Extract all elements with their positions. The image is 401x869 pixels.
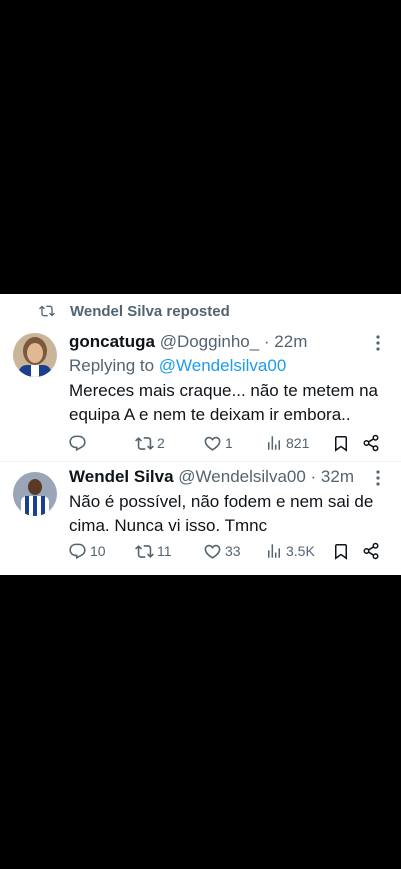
like-count: 33 — [225, 543, 241, 559]
like-count: 1 — [225, 435, 233, 451]
action-bar: 10 11 33 3.5K — [0, 540, 401, 562]
tweet-original[interactable]: Wendel Silva @Wendelsilva00 · 32m Não é … — [0, 462, 401, 575]
heart-icon — [204, 436, 221, 451]
reply-button[interactable] — [68, 432, 90, 454]
tweet-text-line: equipa A e nem te deixam ir embora.. — [69, 405, 351, 424]
views-count: 3.5K — [286, 543, 315, 559]
heart-icon — [204, 544, 221, 559]
replying-to-mention[interactable]: @Wendelsilva00 — [159, 356, 287, 375]
repost-button[interactable]: 11 — [135, 540, 172, 562]
share-button[interactable] — [362, 432, 380, 454]
tweet-text: Não é possível, não fodem e nem sai de c… — [69, 490, 389, 538]
views-count: 821 — [286, 435, 310, 451]
repost-icon — [135, 544, 154, 558]
tweet-text-line: cima. Nunca vi isso. Tmnc — [69, 516, 268, 535]
views-icon — [268, 544, 280, 558]
bookmark-button[interactable] — [332, 540, 350, 562]
share-button[interactable] — [362, 540, 380, 562]
share-icon — [363, 434, 379, 452]
more-options-icon[interactable] — [370, 334, 386, 352]
repost-icon — [39, 305, 55, 317]
views-icon — [268, 436, 280, 450]
bookmark-button[interactable] — [332, 432, 350, 454]
more-options-icon[interactable] — [370, 469, 386, 487]
repost-icon — [135, 436, 154, 450]
author-line: Wendel Silva @Wendelsilva00 · 32m — [69, 467, 354, 487]
replying-to: Replying to @Wendelsilva00 — [69, 356, 286, 376]
like-button[interactable]: 1 — [203, 432, 233, 454]
handle[interactable]: @Wendelsilva00 — [178, 467, 306, 486]
avatar[interactable] — [13, 333, 57, 377]
timestamp[interactable]: · 32m — [311, 467, 354, 486]
reply-count: 10 — [90, 543, 106, 559]
tweet-thread-panel: Wendel Silva reposted goncatuga @Dogginh… — [0, 294, 401, 575]
avatar[interactable] — [13, 472, 57, 516]
author-line: goncatuga @Dogginho_ · 22m — [69, 332, 307, 352]
bookmark-icon — [335, 543, 347, 560]
timestamp[interactable]: · 22m — [264, 332, 307, 351]
tweet-text-line: Não é possível, não fodem e nem sai de — [69, 492, 374, 511]
repost-count: 2 — [157, 435, 165, 451]
reply-icon — [69, 543, 86, 559]
like-button[interactable]: 33 — [203, 540, 241, 562]
reply-button[interactable]: 10 — [68, 540, 106, 562]
bookmark-icon — [335, 435, 347, 452]
repost-button[interactable]: 2 — [135, 432, 165, 454]
repost-label: Wendel Silva reposted — [70, 303, 230, 320]
action-bar: 2 1 821 — [0, 432, 401, 454]
repost-header: Wendel Silva reposted — [0, 294, 401, 328]
tweet-reply[interactable]: goncatuga @Dogginho_ · 22m Replying to @… — [0, 328, 401, 461]
tweet-text: Mereces mais craque... não te metem na e… — [69, 379, 389, 427]
share-icon — [363, 542, 379, 560]
views-button[interactable]: 3.5K — [265, 540, 315, 562]
display-name[interactable]: Wendel Silva — [69, 467, 174, 486]
repost-count: 11 — [157, 543, 172, 559]
replying-to-prefix: Replying to — [69, 356, 159, 375]
tweet-text-line: Mereces mais craque... não te metem na — [69, 381, 378, 400]
display-name[interactable]: goncatuga — [69, 332, 155, 351]
handle[interactable]: @Dogginho_ — [160, 332, 260, 351]
views-button[interactable]: 821 — [265, 432, 309, 454]
reply-icon — [69, 435, 86, 451]
